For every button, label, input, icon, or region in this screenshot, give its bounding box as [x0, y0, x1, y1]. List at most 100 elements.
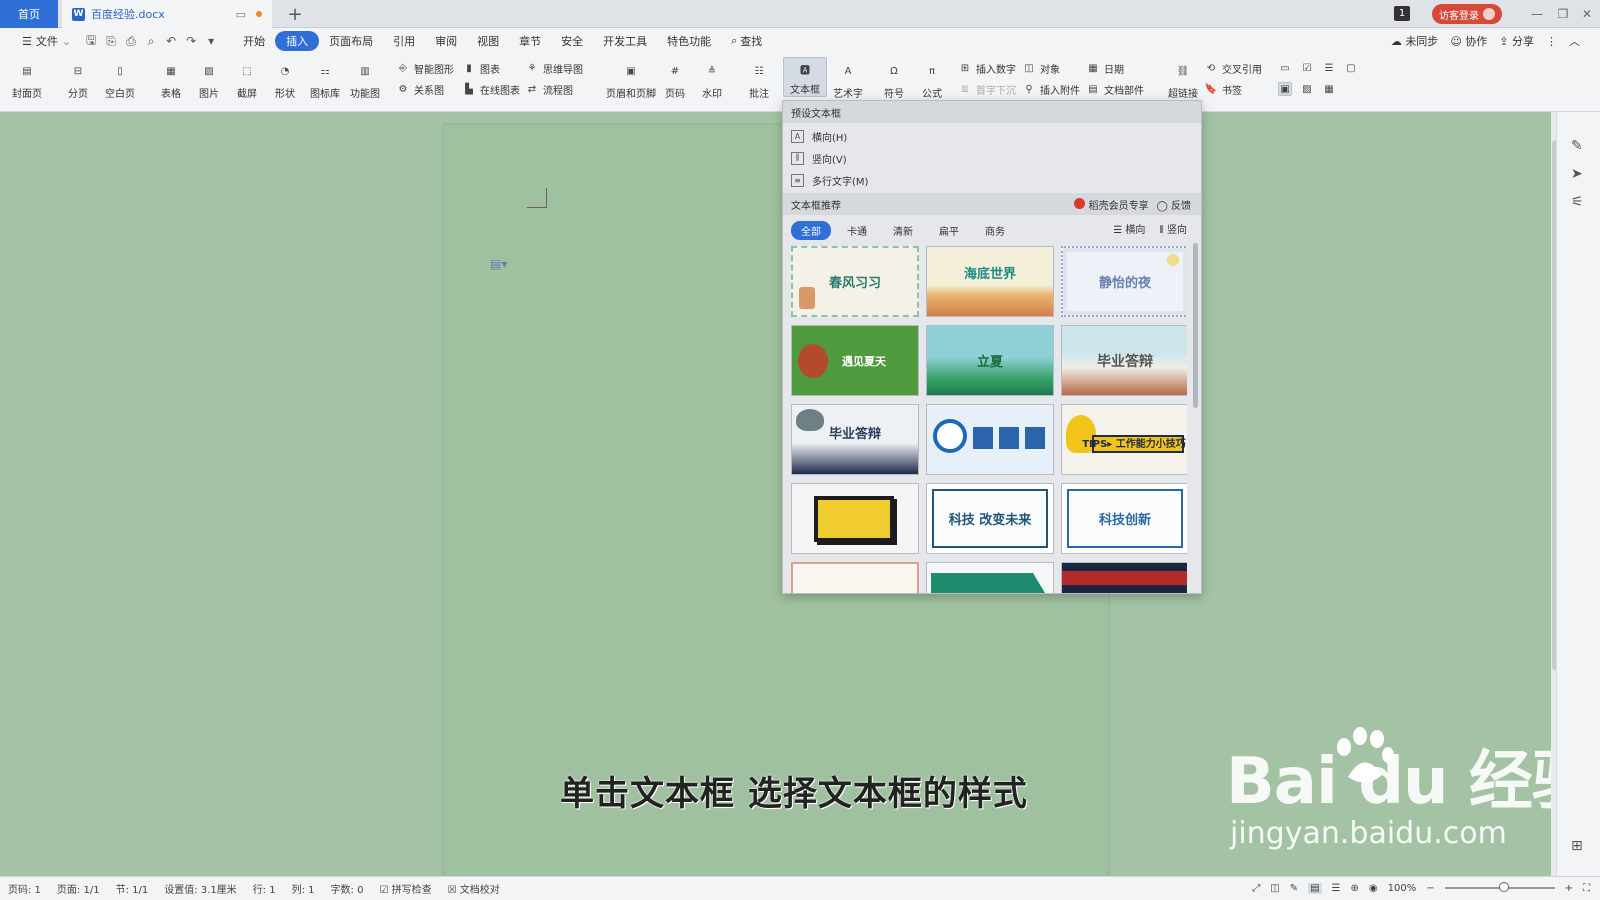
fullscreen-icon[interactable]: ⤢ — [1252, 883, 1260, 894]
sync-button[interactable]: ☁ 未同步 — [1391, 33, 1439, 49]
table-field-icon[interactable]: ▦ — [1322, 82, 1336, 96]
zoom-out-button[interactable]: − — [1426, 883, 1434, 894]
collapse-ribbon-icon[interactable]: ︿ — [1569, 33, 1580, 49]
object-button[interactable]: ◫ 对象 — [1022, 61, 1060, 76]
pointer-icon[interactable]: ➤ — [1571, 166, 1583, 182]
menu-review[interactable]: 审阅 — [425, 31, 467, 51]
file-menu[interactable]: ☰ 文件 ⌄ — [12, 31, 81, 51]
screenshot-button[interactable]: ⬚ 截屏 — [236, 60, 258, 101]
page-number-button[interactable]: # 页码 — [664, 60, 686, 101]
chart-button[interactable]: ▮ 图表 — [462, 61, 500, 76]
zoom-slider[interactable] — [1444, 882, 1555, 892]
dropcap-button[interactable]: ≣ 首字下沉 — [958, 82, 1016, 97]
relation-chart-button[interactable]: ⚙ 关系图 — [396, 82, 444, 97]
cross-ref-button[interactable]: ⟲ 交叉引用 — [1204, 61, 1262, 76]
zoom-in-button[interactable]: + — [1565, 883, 1573, 894]
filter-fresh[interactable]: 清新 — [883, 221, 923, 240]
eye-protect-icon[interactable]: ◉ — [1369, 883, 1378, 894]
list-field-icon[interactable]: ☰ — [1322, 61, 1336, 75]
spell-check-toggle[interactable]: ☑ 拼写检查 — [371, 881, 439, 896]
zoom-level[interactable]: 100% — [1388, 883, 1417, 894]
filter-cartoon[interactable]: 卡通 — [837, 221, 877, 240]
textbox-horizontal-option[interactable]: A 横向(H) — [791, 126, 847, 146]
more-icon[interactable]: ⋮ — [1546, 35, 1557, 48]
menu-insert[interactable]: 插入 — [275, 31, 320, 51]
redo-icon[interactable]: ↷ — [181, 31, 201, 51]
template-card[interactable] — [926, 562, 1054, 593]
page-view-icon[interactable]: ▤ — [1308, 882, 1322, 894]
flowchart-button[interactable]: ⇄ 流程图 — [525, 82, 573, 97]
tab-home[interactable]: 首页 — [0, 0, 58, 28]
menu-reference[interactable]: 引用 — [383, 31, 425, 51]
insert-number-button[interactable]: ⊞ 插入数字 — [958, 61, 1016, 76]
menu-page-layout[interactable]: 页面布局 — [319, 31, 383, 51]
proofread-toggle[interactable]: ☒ 文档校对 — [440, 881, 508, 896]
template-card[interactable]: 海底世界 — [926, 246, 1054, 317]
menu-security[interactable]: 安全 — [551, 31, 593, 51]
doc-parts-button[interactable]: ▤ 文档部件 — [1086, 82, 1144, 97]
reading-mode-icon[interactable]: ◫ — [1270, 883, 1279, 894]
pen-icon[interactable]: ✎ — [1571, 138, 1583, 154]
template-card[interactable]: 静怡的夜 — [1061, 246, 1187, 317]
visitor-login-button[interactable]: 访客登录 — [1432, 4, 1502, 24]
settings-sliders-icon[interactable]: ⚟ — [1571, 194, 1584, 210]
template-card[interactable]: TIPS▸ 工作能力小技巧 — [1061, 404, 1187, 475]
form-field-icon[interactable]: ▭ — [1278, 61, 1292, 75]
template-card[interactable]: 春风习习 — [791, 246, 919, 317]
undo-icon[interactable]: ↶ — [161, 31, 181, 51]
fit-window-icon[interactable]: ⛶ — [1583, 883, 1590, 894]
template-card[interactable] — [791, 483, 919, 554]
window-restore-icon[interactable]: ▭ — [236, 8, 246, 21]
template-card[interactable]: 毕业答辩 — [1061, 325, 1187, 396]
feedback-button[interactable]: ◯ 反馈 — [1157, 197, 1191, 212]
status-words[interactable]: 字数: 0 — [323, 881, 372, 896]
smart-shape-button[interactable]: ⎆ 智能图形 — [396, 61, 454, 76]
template-card[interactable] — [791, 562, 919, 593]
function-chart-button[interactable]: ▥ 功能图 — [350, 60, 380, 101]
web-view-icon[interactable]: ⊕ — [1351, 883, 1359, 894]
menu-features[interactable]: 特色功能 — [657, 31, 721, 51]
edit-mode-icon[interactable]: ✎ — [1290, 883, 1298, 894]
share-button[interactable]: ⇪ 分享 — [1499, 33, 1534, 49]
customize-icon[interactable]: ▾ — [201, 31, 221, 51]
orient-vertical[interactable]: ⦀ 竖向 — [1159, 221, 1187, 236]
textbox-vertical-option[interactable]: ⫼ 竖向(V) — [791, 148, 847, 168]
print-icon[interactable]: ⎙ — [121, 31, 141, 51]
icon-library-button[interactable]: ⚏ 图标库 — [310, 60, 340, 101]
formula-button[interactable]: π 公式 — [921, 60, 943, 101]
menu-developer[interactable]: 开发工具 — [593, 31, 657, 51]
table-button[interactable]: ▦ 表格 — [160, 60, 182, 101]
date-button[interactable]: ▦ 日期 — [1086, 61, 1124, 76]
zoom-slider-knob[interactable] — [1498, 882, 1509, 892]
filter-all[interactable]: 全部 — [791, 221, 831, 240]
form-extra-icon[interactable]: ▢ — [1344, 61, 1358, 75]
attachment-button[interactable]: ⚲ 插入附件 — [1022, 82, 1080, 97]
vip-badge[interactable]: 稻壳会员专享 — [1074, 197, 1149, 212]
template-card[interactable]: 科技 改变未来 — [926, 483, 1054, 554]
blank-page-button[interactable]: ▯ 空白页 — [105, 60, 135, 101]
frame-icon[interactable]: ▣ — [1278, 82, 1292, 96]
bookmark-button[interactable]: 🔖 书签 — [1204, 82, 1242, 97]
wordart-button[interactable]: A 艺术字 — [833, 60, 863, 101]
menu-start[interactable]: 开始 — [233, 31, 275, 51]
template-card[interactable]: 立夏 — [926, 325, 1054, 396]
mindmap-button[interactable]: ⚘ 思维导图 — [525, 61, 583, 76]
template-card[interactable]: 毕业答辩 — [791, 404, 919, 475]
picture-button[interactable]: ▨ 图片 — [198, 60, 220, 101]
grid-view-icon[interactable]: ⊞ — [1571, 838, 1583, 854]
symbol-button[interactable]: Ω 符号 — [883, 60, 905, 101]
close-button[interactable]: ✕ — [1576, 4, 1598, 24]
cover-page-button[interactable]: ▤ 封面页 — [12, 60, 42, 101]
template-card[interactable] — [926, 404, 1054, 475]
image-field-icon[interactable]: ▨ — [1300, 82, 1314, 96]
maximize-button[interactable]: ❐ — [1552, 4, 1574, 24]
menu-view[interactable]: 视图 — [467, 31, 509, 51]
hyperlink-button[interactable]: ⛓ 超链接 — [1168, 60, 1198, 101]
filter-business[interactable]: 商务 — [975, 221, 1015, 240]
template-card[interactable]: 科技创新 — [1061, 483, 1187, 554]
template-card[interactable]: 遇见夏天 — [791, 325, 919, 396]
filter-flat[interactable]: 扁平 — [929, 221, 969, 240]
menu-chapter[interactable]: 章节 — [509, 31, 551, 51]
online-chart-button[interactable]: ▙ 在线图表 — [462, 82, 520, 97]
search-menu[interactable]: ⌕ 查找 — [721, 31, 772, 51]
